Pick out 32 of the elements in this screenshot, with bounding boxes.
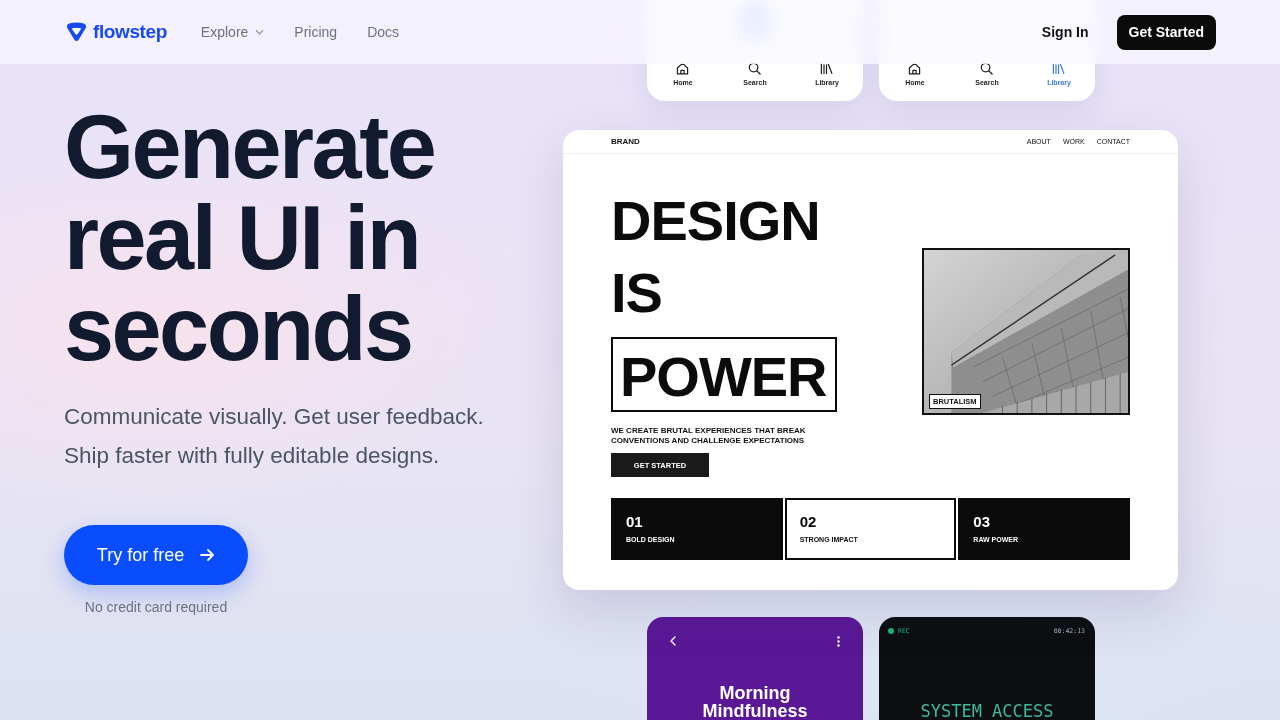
logo-icon [66, 22, 87, 42]
session-title: Morning Mindfulness [701, 684, 809, 720]
search-icon [748, 62, 762, 75]
sign-in-link[interactable]: Sign In [1041, 24, 1089, 40]
tagline-text: WE CREATE BRUTAL EXPERIENCES THAT BREAK CONVENTIONS AND CHALLENGE EXPECTATIONS [611, 426, 807, 446]
search-icon [980, 62, 994, 75]
brand-logo-text: BRAND [611, 137, 640, 146]
try-for-free-button[interactable]: Try for free [64, 525, 248, 585]
books-icon [820, 62, 834, 75]
nav-link[interactable]: Docs [367, 24, 400, 40]
chevron-down-icon [255, 29, 265, 35]
home-icon [676, 62, 690, 75]
no-credit-card-note: No credit card required [84, 598, 228, 617]
feature-number: 02 [799, 514, 818, 530]
home-icon [908, 62, 922, 75]
headline-word: IS [611, 265, 662, 321]
headline-word: DESIGN [611, 193, 820, 249]
recording-dot-icon [888, 628, 894, 634]
feature-number: 03 [973, 514, 992, 530]
more-options-icon[interactable] [837, 635, 840, 647]
nav-link[interactable]: Pricing [294, 24, 338, 40]
hero-heading: Generate real UI in seconds [64, 102, 436, 375]
terminal-title: SYSTEM ACCESS [920, 702, 1054, 720]
boxed-headline-word: POWER [611, 337, 837, 412]
arrow-right-icon [199, 547, 216, 563]
logo-wordmark[interactable]: flowstep [93, 21, 167, 43]
back-chevron-icon[interactable] [670, 636, 676, 646]
get-started-button[interactable]: Get Started [1116, 14, 1216, 50]
books-icon [1052, 62, 1066, 75]
nav-link[interactable]: Explore [200, 24, 265, 40]
hero-subtitle: Communicate visually. Get user feedback. Ship faster with fully editable designs. [64, 403, 485, 470]
feature-number: 01 [626, 514, 644, 530]
